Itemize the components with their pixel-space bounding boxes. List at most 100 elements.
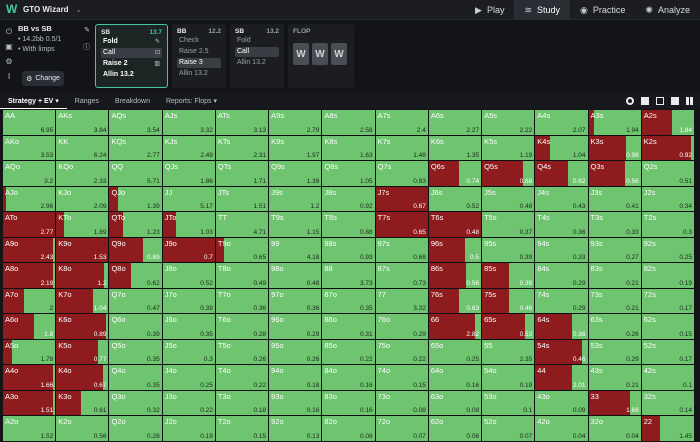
hand-cell[interactable]: K6o 0.89 — [56, 314, 109, 339]
hand-cell[interactable]: AJo 2.96 — [3, 186, 56, 212]
hand-cell[interactable]: 64o 0.16 — [428, 365, 482, 390]
hand-cell[interactable]: 94o 0.18 — [269, 365, 322, 390]
nav-study[interactable]: ≋ Study — [514, 0, 571, 20]
hand-cell[interactable]: Q3s 0.56 — [588, 161, 641, 186]
action-option[interactable]: Call — [235, 47, 279, 57]
hand-cell[interactable]: AQo 3.2 — [3, 161, 56, 186]
hand-cell[interactable]: K4o 0.67 — [56, 365, 109, 390]
hand-cell[interactable]: A5s 2.22 — [482, 110, 535, 135]
hand-cell[interactable]: J4s 0.43 — [535, 186, 588, 212]
hand-cell[interactable]: Q3o 0.32 — [109, 390, 162, 416]
hand-cell[interactable]: 92o 0.13 — [269, 416, 322, 441]
hand-cell[interactable]: J9o 0.7 — [162, 237, 215, 263]
hand-cell[interactable]: K5o 0.77 — [56, 339, 109, 365]
hand-cell[interactable]: 54s 0.46 — [535, 339, 588, 365]
hand-cell[interactable]: 75o 0.22 — [375, 339, 428, 365]
hand-cell[interactable]: T2o 0.15 — [215, 416, 269, 441]
hand-cell[interactable]: 73s 0.21 — [588, 288, 641, 314]
hand-cell[interactable]: 95s 0.39 — [482, 237, 535, 263]
hand-cell[interactable]: J3o 0.22 — [162, 390, 215, 416]
hand-cell[interactable]: 83s 0.21 — [588, 263, 641, 288]
hand-cell[interactable]: K5s 1.19 — [482, 135, 535, 161]
power-icon[interactable]: ⏻ — [6, 25, 12, 38]
hand-cell[interactable]: QJo 1.39 — [109, 186, 162, 212]
hand-cell[interactable]: K7o 1.04 — [56, 288, 109, 314]
hand-cell[interactable]: 33 1.69 — [588, 390, 641, 416]
flop-card[interactable]: W — [331, 43, 347, 65]
hand-cell[interactable]: T9s 1.15 — [269, 212, 322, 237]
hand-cell[interactable]: Q4o 0.35 — [109, 365, 162, 390]
hand-cell[interactable]: A7s 2.4 — [375, 110, 428, 135]
hand-cell[interactable]: T3s 0.33 — [588, 212, 641, 237]
hand-cell[interactable]: 73o 0.08 — [375, 390, 428, 416]
action-option[interactable]: Call ⊡ — [101, 48, 162, 58]
hand-cell[interactable]: 64s 0.36 — [535, 314, 588, 339]
hand-cell[interactable]: 94s 0.33 — [535, 237, 588, 263]
app-logo[interactable]: W GTO Wizard ⌄ — [6, 3, 82, 15]
book-icon[interactable]: ▥ — [154, 59, 160, 69]
layout-outline-icon[interactable] — [656, 97, 664, 105]
hand-cell[interactable]: 84o 0.16 — [322, 365, 375, 390]
hand-cell[interactable]: 74o 0.15 — [375, 365, 428, 390]
chevron-down-icon[interactable]: ⌄ — [76, 6, 82, 14]
hand-cell[interactable]: 88 3.73 — [322, 263, 375, 288]
hand-cell[interactable]: 52o 0.07 — [482, 416, 535, 441]
hand-cell[interactable]: KTo 1.89 — [56, 212, 109, 237]
hand-cell[interactable]: T7o 0.36 — [215, 288, 269, 314]
hand-cell[interactable]: A5o 1.78 — [3, 339, 56, 365]
hand-cell[interactable]: K4s 1.04 — [535, 135, 588, 161]
action-node-bb[interactable]: BB 12.2 Check Raise 2.5 Raise 3 Allin 13.2 — [172, 24, 226, 88]
hand-cell[interactable]: 72o 0.07 — [375, 416, 428, 441]
hand-cell[interactable]: T8o 0.49 — [215, 263, 269, 288]
hand-cell[interactable]: A8o 2.19 — [3, 263, 56, 288]
hand-cell[interactable]: 95o 0.26 — [269, 339, 322, 365]
settings-icon[interactable]: ⚙ — [5, 55, 12, 68]
hand-cell[interactable]: 65o 0.25 — [428, 339, 482, 365]
hand-cell[interactable]: 22 1.45 — [641, 416, 694, 441]
hand-cell[interactable]: K2o 0.56 — [56, 416, 109, 441]
action-option[interactable]: Raise 2 ▥ — [101, 59, 162, 69]
hand-cell[interactable]: 92s 0.25 — [641, 237, 694, 263]
hand-cell[interactable]: A9o 2.43 — [3, 237, 56, 263]
layout-solid-icon[interactable] — [671, 97, 679, 105]
change-button[interactable]: ⚙ Change — [22, 71, 64, 86]
action-option[interactable]: Allin 13.2 — [235, 58, 279, 68]
hand-cell[interactable]: Q2o 0.28 — [109, 416, 162, 441]
hand-cell[interactable]: 74s 0.29 — [535, 288, 588, 314]
hand-cell[interactable]: 85s 0.39 — [482, 263, 535, 288]
hand-cell[interactable]: 63o 0.08 — [428, 390, 482, 416]
action-option[interactable]: Raise 2.5 — [177, 47, 221, 57]
pencil-icon[interactable]: ✎ — [84, 26, 90, 34]
hand-cell[interactable]: J5s 0.48 — [482, 186, 535, 212]
hand-cell[interactable]: 87o 0.35 — [322, 288, 375, 314]
action-option[interactable]: Check — [177, 36, 221, 46]
color-mode-icon[interactable] — [626, 97, 634, 105]
hand-cell[interactable]: Q9o 0.89 — [109, 237, 162, 263]
hand-cell[interactable]: K2s 0.92 — [641, 135, 694, 161]
hand-cell[interactable]: T6s 0.48 — [428, 212, 482, 237]
hand-cell[interactable]: 53s 0.29 — [588, 339, 641, 365]
hand-cell[interactable]: 96s 0.5 — [428, 237, 482, 263]
hand-cell[interactable]: T9o 0.65 — [215, 237, 269, 263]
hand-cell[interactable]: T5o 0.26 — [215, 339, 269, 365]
action-option[interactable]: Allin 13.2 — [101, 70, 162, 80]
nav-practice[interactable]: ◉ Practice — [570, 0, 635, 20]
hand-cell[interactable]: K8s 1.63 — [322, 135, 375, 161]
hand-cell[interactable]: KJs 2.49 — [162, 135, 215, 161]
hand-cell[interactable]: J6s 0.52 — [428, 186, 482, 212]
hand-cell[interactable]: 98o 0.48 — [269, 263, 322, 288]
hand-cell[interactable]: 52s 0.17 — [641, 339, 694, 365]
hand-cell[interactable]: AA 6.95 — [3, 110, 56, 135]
hand-cell[interactable]: 97s 0.68 — [375, 237, 428, 263]
hand-cell[interactable]: T3o 0.18 — [215, 390, 269, 416]
hand-cell[interactable]: 43s 0.21 — [588, 365, 641, 390]
tab-ranges[interactable]: Ranges — [67, 94, 107, 109]
hand-cell[interactable]: A6o 1.8 — [3, 314, 56, 339]
hand-cell[interactable]: T4o 0.22 — [215, 365, 269, 390]
hand-cell[interactable]: 55 2.35 — [482, 339, 535, 365]
hand-cell[interactable]: 62o 0.06 — [428, 416, 482, 441]
text-cursor-icon[interactable]: Ⅰ — [8, 70, 10, 83]
hand-cell[interactable]: 72s 0.17 — [641, 288, 694, 314]
hand-cell[interactable]: 42o 0.04 — [535, 416, 588, 441]
flop-card[interactable]: W — [293, 43, 309, 65]
